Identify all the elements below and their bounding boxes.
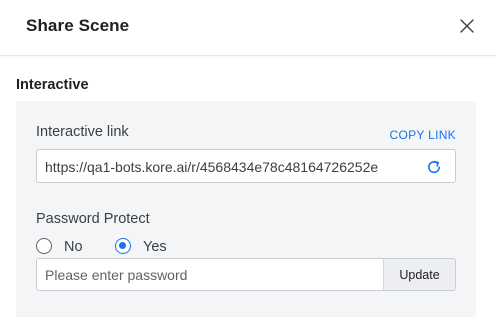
- password-input[interactable]: [37, 259, 383, 290]
- radio-yes-label[interactable]: Yes: [143, 239, 167, 255]
- password-protect-radio-group: No Yes: [36, 237, 236, 257]
- password-input-group: Update: [36, 258, 456, 291]
- refresh-icon[interactable]: [425, 158, 443, 176]
- close-icon: [460, 19, 474, 33]
- interactive-link-field[interactable]: https://qa1-bots.kore.ai/r/4568434e78c48…: [36, 149, 456, 183]
- close-button[interactable]: [456, 15, 478, 37]
- interactive-link-value[interactable]: https://qa1-bots.kore.ai/r/4568434e78c48…: [45, 159, 425, 175]
- copy-link-button[interactable]: COPY LINK: [389, 128, 456, 142]
- dialog-header: Share Scene: [0, 0, 496, 56]
- dialog-title: Share Scene: [26, 16, 130, 35]
- radio-no-label[interactable]: No: [64, 239, 83, 255]
- radio-no[interactable]: [36, 238, 52, 254]
- update-button[interactable]: Update: [383, 259, 455, 290]
- interactive-panel: Interactive link COPY LINK https://qa1-b…: [16, 101, 476, 317]
- password-protect-label: Password Protect: [36, 211, 150, 227]
- radio-yes[interactable]: [115, 238, 131, 254]
- section-title-interactive: Interactive: [16, 77, 89, 93]
- interactive-link-label: Interactive link: [36, 124, 129, 140]
